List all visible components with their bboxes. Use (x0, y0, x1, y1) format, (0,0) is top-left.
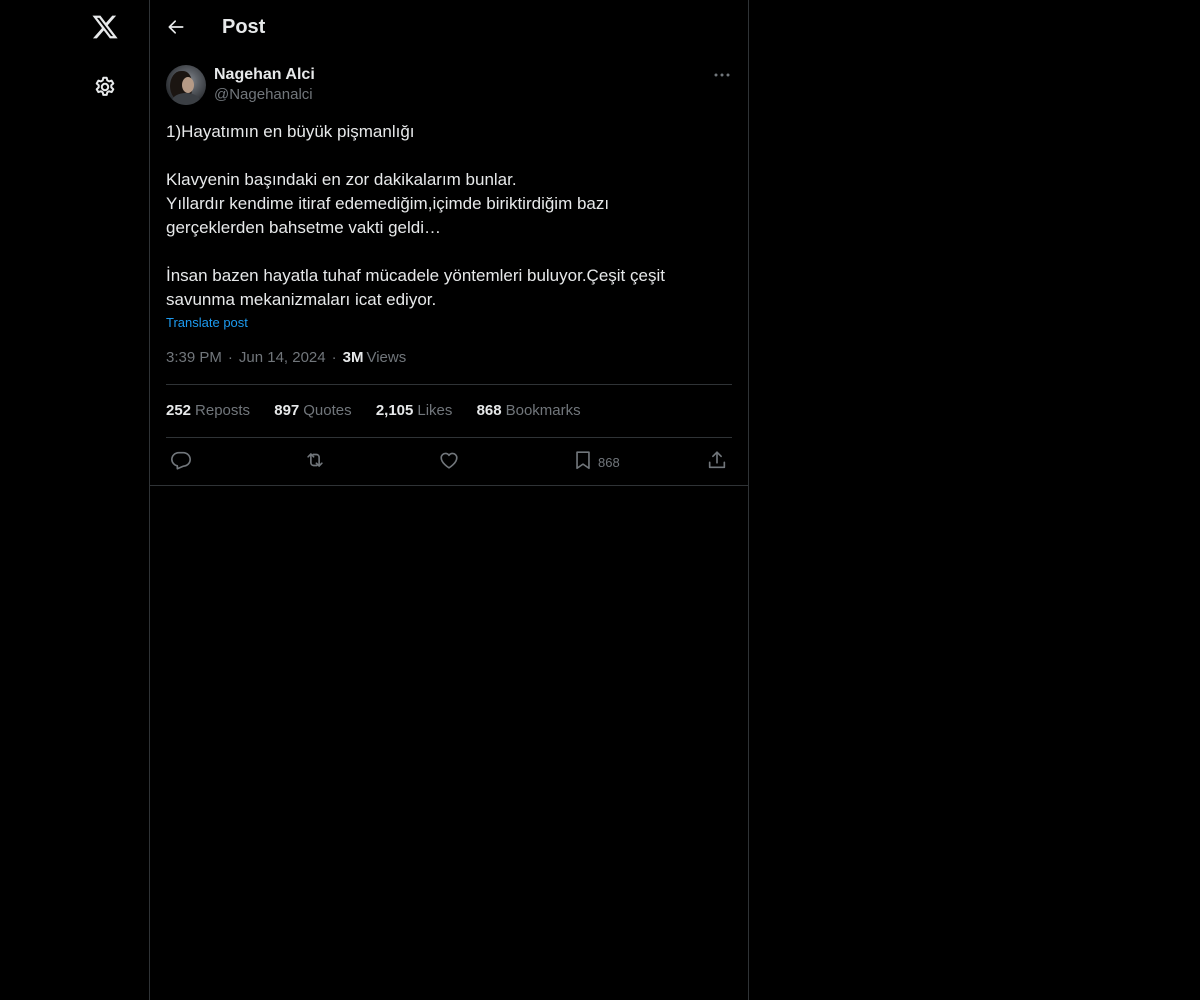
author-handle[interactable]: @Nagehanalci (214, 85, 313, 105)
heart-icon (438, 449, 460, 471)
reposts-count: 252 (166, 402, 192, 419)
left-nav (0, 0, 150, 1000)
post-text-line: savunma mekanizmaları icat ediyor. (166, 290, 437, 309)
post-text-line: 1)Hayatımın en büyük pişmanlığı (166, 122, 415, 141)
post-header: Post (150, 0, 748, 54)
post-stats: 252 Reposts 897 Quotes 2,105 Likes 868 Bookm… (166, 401, 601, 421)
repost-button[interactable] (304, 448, 326, 472)
gear-icon (93, 75, 117, 99)
post-text-blank-line (166, 144, 732, 168)
share-icon (706, 449, 728, 471)
post-text-line: Yıllardır kendime itiraf edemediğim,içim… (166, 194, 610, 213)
more-options-button[interactable] (706, 62, 738, 88)
views-count: 3M (342, 349, 364, 366)
reply-icon (170, 449, 192, 471)
reposts-stat[interactable]: 252 Reposts (166, 402, 250, 419)
author-name[interactable]: Nagehan Alci (214, 64, 315, 85)
post-text-line: İnsan bazen hayatla tuhaf mücadele yönte… (166, 266, 665, 285)
quotes-stat[interactable]: 897 Quotes (274, 402, 351, 419)
post-actions: 868 (150, 438, 748, 484)
arrow-left-icon (166, 17, 186, 37)
translate-post-link[interactable]: Translate post (166, 314, 248, 332)
bookmark-button[interactable]: 868 (572, 448, 620, 472)
more-dots-icon (714, 73, 730, 77)
meta-separator: · (227, 349, 233, 366)
bookmark-count: 868 (598, 454, 620, 470)
likes-label: Likes (417, 402, 453, 419)
likes-count: 2,105 (375, 402, 414, 419)
quotes-count: 897 (274, 402, 300, 419)
post-text: 1)Hayatımın en büyük pişmanlığı Klavyeni… (166, 120, 732, 312)
bookmark-icon (572, 449, 594, 471)
settings-button[interactable] (81, 63, 129, 111)
meta-separator: · (331, 349, 337, 366)
divider (166, 384, 732, 385)
post-date[interactable]: Jun 14, 2024 (239, 349, 326, 366)
like-button[interactable] (438, 448, 460, 472)
bookmarks-count: 868 (476, 402, 502, 419)
quotes-label: Quotes (303, 402, 352, 419)
post-text-blank-line (166, 240, 732, 264)
share-button[interactable] (706, 448, 728, 472)
post-time[interactable]: 3:39 PM (166, 349, 222, 366)
page-title: Post (222, 16, 266, 38)
reposts-label: Reposts (195, 402, 251, 419)
post-text-line: Klavyenin başındaki en zor dakikalarım b… (166, 170, 517, 189)
bookmarks-stat[interactable]: 868 Bookmarks (477, 402, 581, 419)
back-button[interactable] (158, 9, 194, 45)
x-logo-button[interactable] (81, 3, 129, 51)
repost-icon (304, 449, 326, 471)
post: Nagehan Alci @Nagehanalci 1)Hayatımın en… (150, 54, 748, 486)
bookmarks-label: Bookmarks (505, 402, 581, 419)
reply-button[interactable] (170, 448, 192, 472)
x-logo-icon (91, 13, 119, 41)
views-label: Views (366, 349, 407, 366)
post-meta: 3:39 PM · Jun 14, 2024 · 3M Views (166, 348, 406, 368)
likes-stat[interactable]: 2,105 Likes (376, 402, 453, 419)
main-column: Post Nagehan Alci @Nagehanalci 1)Hayatım… (150, 0, 749, 1000)
avatar[interactable] (166, 65, 206, 105)
post-text-line: gerçeklerden bahsetme vakti geldi… (166, 218, 441, 237)
